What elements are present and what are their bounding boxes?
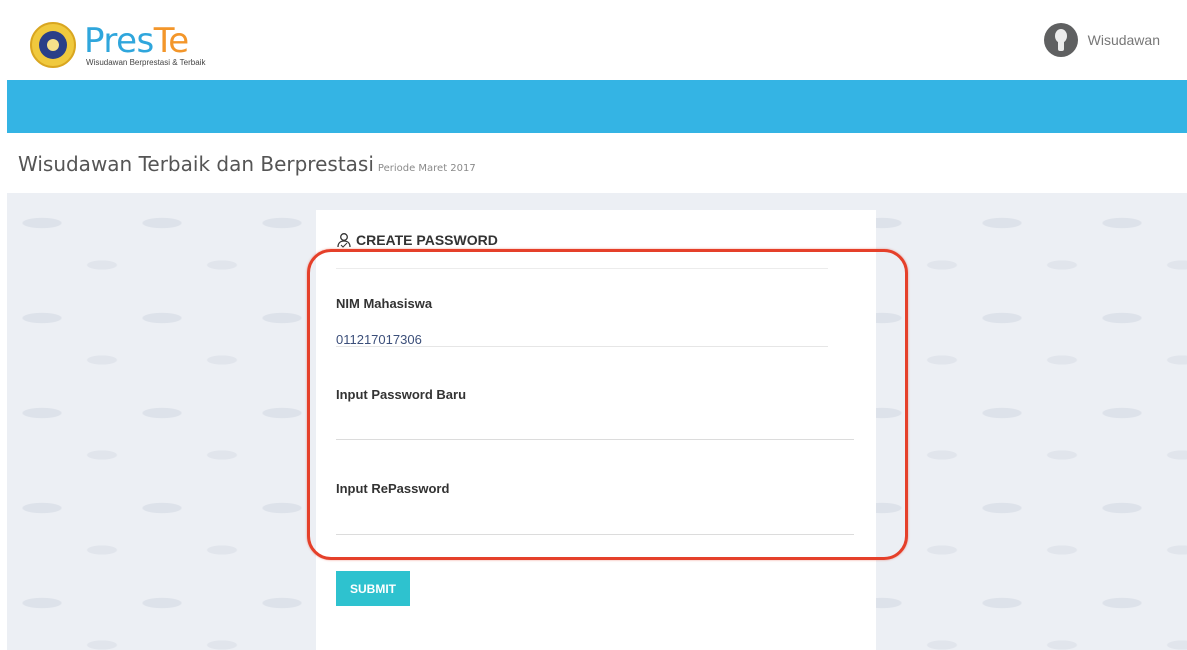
brand-name: PresTe: [84, 24, 205, 58]
navigation-bar: [7, 80, 1187, 133]
user-name[interactable]: Wisudawan: [1088, 32, 1160, 48]
brand-name-part1: Pres: [84, 20, 154, 61]
brand-tagline: Wisudawan Berprestasi & Terbaik: [86, 57, 206, 67]
card-title: CREATE PASSWORD: [336, 232, 498, 248]
submit-button[interactable]: SUBMIT: [336, 571, 410, 606]
nim-value: 011217017306: [336, 332, 422, 347]
card-divider: [336, 268, 828, 269]
nim-underline: [336, 346, 828, 347]
page-title-text: Wisudawan Terbaik dan Berprestasi: [18, 152, 374, 176]
brand-logo[interactable]: PresTe Wisudawan Berprestasi & Terbaik: [30, 22, 205, 68]
brand-text: PresTe Wisudawan Berprestasi & Terbaik: [84, 24, 205, 67]
page-subtitle: Periode Maret 2017: [377, 163, 476, 174]
repassword-label: Input RePassword: [336, 481, 450, 496]
page-title: Wisudawan Terbaik dan Berprestasi Periode…: [18, 152, 476, 176]
university-seal-icon: [30, 22, 76, 68]
user-outline-icon: [337, 233, 351, 248]
top-header: PresTe Wisudawan Berprestasi & Terbaik W…: [0, 0, 1187, 80]
new-password-input[interactable]: [336, 412, 854, 440]
nim-label: NIM Mahasiswa: [336, 296, 433, 311]
password-label: Input Password Baru: [336, 387, 467, 402]
create-password-card: CREATE PASSWORD NIM Mahasiswa 0112170173…: [316, 210, 876, 650]
repassword-input[interactable]: [336, 507, 854, 535]
user-menu[interactable]: Wisudawan: [1043, 23, 1160, 57]
card-title-text: CREATE PASSWORD: [356, 232, 498, 248]
brand-name-part2: Te: [153, 20, 189, 61]
user-avatar-icon[interactable]: [1043, 23, 1078, 57]
